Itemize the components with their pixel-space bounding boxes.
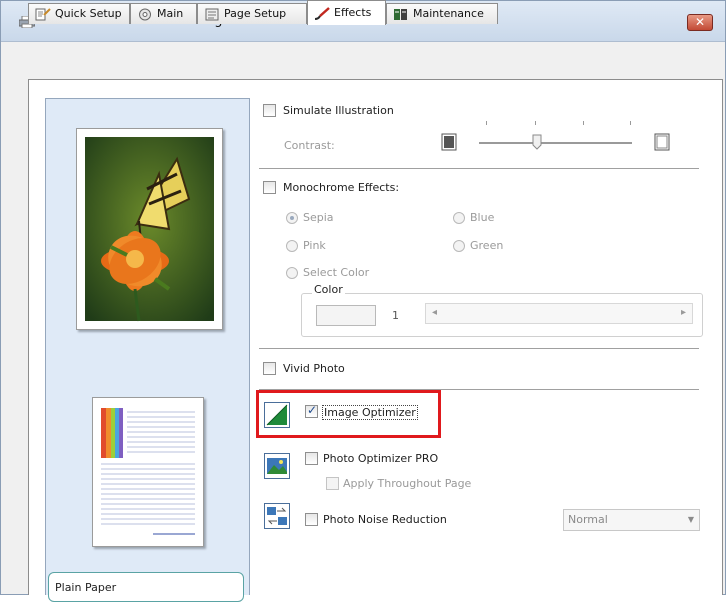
contrast-low-icon: [441, 133, 457, 151]
color-legend: Color: [312, 283, 345, 296]
photo-noise-reduction-label: Photo Noise Reduction: [323, 513, 447, 526]
blue-label: Blue: [470, 211, 495, 224]
vivid-photo-checkbox[interactable]: [263, 362, 276, 375]
monochrome-effects-label: Monochrome Effects:: [283, 181, 400, 194]
photo-preview: [76, 128, 223, 330]
slider-tick: [486, 121, 487, 125]
contrast-label: Contrast:: [284, 139, 335, 152]
select-color-label: Select Color: [303, 266, 370, 279]
maintenance-icon: [394, 9, 407, 20]
effects-brush-icon: [314, 7, 330, 20]
noise-reduction-icon: [264, 503, 290, 529]
document-thumbnail: [101, 408, 195, 535]
green-radio[interactable]: [453, 240, 465, 252]
page-layout-preview: [92, 397, 204, 547]
photo-noise-reduction-checkbox[interactable]: [305, 513, 318, 526]
vivid-photo-label: Vivid Photo: [283, 362, 345, 375]
photo-optimizer-pro-checkbox[interactable]: [305, 452, 318, 465]
paper-type-label: Plain Paper: [48, 572, 244, 602]
simulate-illustration-checkbox[interactable]: [263, 104, 276, 117]
tab-main[interactable]: Main: [130, 3, 197, 24]
blue-radio[interactable]: [453, 212, 465, 224]
image-optimizer-highlight: [256, 390, 441, 438]
contrast-slider-track[interactable]: [479, 142, 632, 145]
contrast-high-icon: [654, 133, 670, 151]
page-setup-icon: [205, 8, 219, 21]
apply-throughout-page-label: Apply Throughout Page: [343, 477, 472, 490]
scroll-right-arrow-icon[interactable]: ▸: [681, 307, 686, 318]
chevron-down-icon: ▼: [687, 515, 694, 524]
pink-radio[interactable]: [286, 240, 298, 252]
section-divider: [259, 168, 699, 169]
sepia-label: Sepia: [303, 211, 334, 224]
tab-maintenance[interactable]: Maintenance: [386, 3, 498, 24]
butterfly-flower-image: [85, 137, 214, 322]
main-icon: [139, 8, 151, 21]
tab-effects[interactable]: Effects: [307, 0, 386, 25]
simulate-illustration-label: Simulate Illustration: [283, 104, 394, 117]
slider-tick: [535, 121, 536, 125]
color-swatch: [316, 305, 376, 326]
slider-tick: [630, 121, 631, 125]
scroll-left-arrow-icon[interactable]: ◂: [432, 307, 437, 318]
color-value: 1: [392, 309, 399, 322]
tab-page-setup[interactable]: Page Setup: [197, 3, 307, 24]
photo-optimizer-pro-label: Photo Optimizer PRO: [323, 452, 439, 465]
apply-throughout-page-checkbox[interactable]: [326, 477, 339, 490]
sepia-radio[interactable]: [286, 212, 298, 224]
close-button[interactable]: ✕: [687, 14, 713, 31]
section-divider: [259, 348, 699, 349]
quick-setup-icon: [35, 8, 51, 21]
select-color-radio[interactable]: [286, 267, 298, 279]
photo-optimizer-icon: [264, 453, 290, 479]
close-icon: ✕: [695, 15, 706, 29]
contrast-slider-thumb[interactable]: [532, 134, 542, 150]
noise-level-select[interactable]: Normal ▼: [563, 509, 700, 531]
green-label: Green: [470, 239, 504, 252]
pink-label: Pink: [303, 239, 326, 252]
tab-quick-setup[interactable]: Quick Setup: [28, 3, 130, 24]
slider-tick: [583, 121, 584, 125]
color-scrollbar[interactable]: ◂ ▸: [425, 303, 693, 324]
monochrome-effects-checkbox[interactable]: [263, 181, 276, 194]
